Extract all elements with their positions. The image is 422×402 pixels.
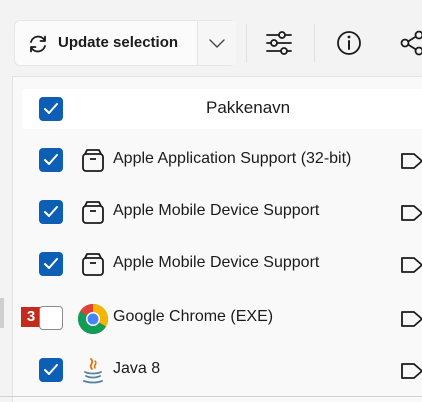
list-header-row: Pakkenavn	[22, 89, 422, 129]
package-name: Google Chrome (EXE)	[113, 308, 274, 325]
package-icon	[82, 253, 104, 276]
column-header-package-name: Pakkenavn	[206, 98, 291, 117]
row-checkbox[interactable]	[39, 252, 63, 276]
toolbar: Update selection	[0, 0, 422, 78]
row-focus-marker	[0, 298, 4, 328]
checkmark-icon	[44, 154, 58, 165]
row-checkbox[interactable]	[39, 148, 63, 172]
list-item[interactable]: Apple Mobile Device Support	[13, 239, 422, 289]
list-item[interactable]: 3 Google Chrome (EXE)	[13, 293, 422, 343]
refresh-icon	[30, 35, 46, 53]
update-selection-split-button: Update selection	[14, 20, 236, 66]
filter-settings-button[interactable]	[262, 26, 296, 60]
toolbar-divider	[246, 24, 247, 62]
list-item[interactable]: Apple Mobile Device Support	[13, 187, 422, 237]
checkmark-icon	[44, 258, 58, 269]
row-checkbox[interactable]	[39, 200, 63, 224]
row-checkbox[interactable]	[39, 306, 63, 330]
info-icon	[337, 31, 361, 55]
checkmark-icon	[44, 206, 58, 217]
info-button[interactable]	[332, 26, 366, 60]
tag-icon[interactable]	[399, 359, 422, 383]
list-item[interactable]: Apple Application Support (32-bit)	[13, 135, 422, 185]
horizontal-scrollbar[interactable]	[0, 396, 422, 397]
java-icon	[83, 358, 103, 384]
row-checkbox[interactable]	[39, 358, 63, 382]
package-icon	[82, 149, 104, 172]
package-name: Apple Application Support (32-bit)	[113, 150, 352, 167]
package-icon	[82, 201, 104, 224]
checkmark-icon	[44, 103, 58, 114]
tag-icon[interactable]	[399, 201, 422, 225]
tag-icon[interactable]	[399, 149, 422, 173]
share-icon	[400, 30, 422, 56]
row-number-badge: 3	[21, 307, 41, 327]
checkmark-icon	[44, 364, 58, 375]
package-name: Apple Mobile Device Support	[113, 254, 320, 271]
package-list: Pakkenavn Apple Application Support (32-…	[12, 76, 422, 402]
list-item[interactable]: Java 8	[13, 345, 422, 395]
update-options-dropdown[interactable]	[197, 21, 236, 65]
update-selection-button[interactable]: Update selection	[15, 21, 195, 65]
chrome-icon	[77, 304, 109, 335]
toolbar-divider	[314, 24, 315, 62]
update-selection-label: Update selection	[58, 34, 179, 51]
tag-icon[interactable]	[399, 307, 422, 331]
sliders-icon	[266, 31, 292, 55]
package-name: Java 8	[113, 360, 161, 377]
select-all-checkbox[interactable]	[39, 97, 63, 121]
package-name: Apple Mobile Device Support	[113, 202, 320, 219]
chevron-down-icon	[209, 39, 225, 48]
share-button[interactable]	[396, 26, 422, 60]
tag-icon[interactable]	[399, 253, 422, 277]
